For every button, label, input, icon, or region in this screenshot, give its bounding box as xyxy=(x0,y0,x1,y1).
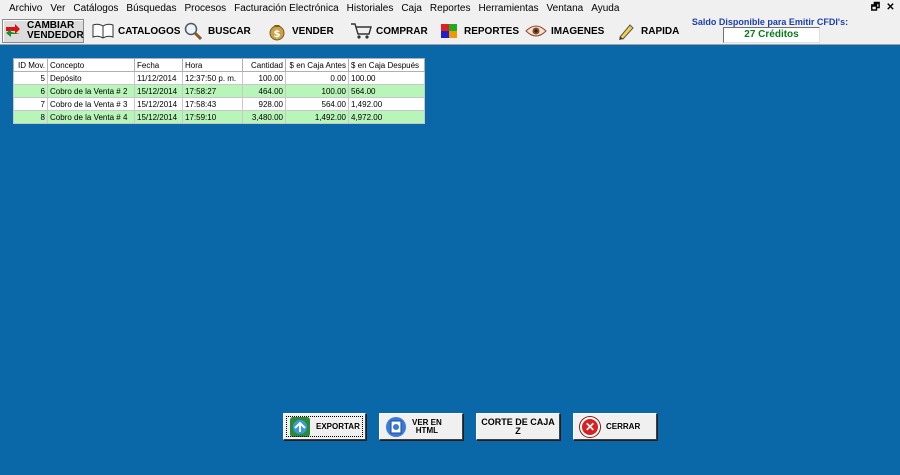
corte-caja-button[interactable]: CORTE DE CAJA Z xyxy=(476,413,560,440)
menu-bar: Archivo Ver Catálogos Búsquedas Procesos… xyxy=(0,0,900,17)
menu-herramientas[interactable]: Herramientas xyxy=(474,0,542,17)
buscar-label: BUSCAR xyxy=(208,25,251,37)
svg-text:$: $ xyxy=(274,29,281,40)
table-header-row: ID Mov. Concepto Fecha Hora Cantidad $ e… xyxy=(13,58,425,72)
vendedor-label: VENDEDOR xyxy=(27,30,84,41)
col-fecha[interactable]: Fecha xyxy=(134,58,183,72)
saldo-value: 27 Créditos xyxy=(723,27,820,43)
comprar-label: COMPRAR xyxy=(376,25,428,37)
cell-caja-despues: 4,972.00 xyxy=(348,110,425,124)
comprar-button[interactable]: COMPRAR xyxy=(350,19,428,43)
colorful-report-icon xyxy=(438,21,460,41)
cell-id: 8 xyxy=(13,110,48,124)
cell-hora: 17:58:43 xyxy=(182,97,243,111)
magnifier-icon xyxy=(182,21,204,41)
reportes-button[interactable]: REPORTES xyxy=(438,19,519,43)
cell-fecha: 15/12/2014 xyxy=(134,97,183,111)
cell-cantidad: 3,480.00 xyxy=(242,110,286,124)
cell-fecha: 11/12/2014 xyxy=(134,71,183,85)
cell-hora: 17:59:10 xyxy=(182,110,243,124)
menu-historiales[interactable]: Historiales xyxy=(343,0,398,17)
cell-caja-despues: 564.00 xyxy=(348,84,425,98)
menu-ayuda[interactable]: Ayuda xyxy=(587,0,623,17)
cell-id: 5 xyxy=(13,71,48,85)
cell-fecha: 15/12/2014 xyxy=(134,84,183,98)
cell-hora: 17:58:27 xyxy=(182,84,243,98)
cell-caja-despues: 100.00 xyxy=(348,71,425,85)
exportar-label: EXPORTAR xyxy=(316,421,360,431)
restore-icon[interactable]: 🗗 xyxy=(870,1,881,14)
col-hora[interactable]: Hora xyxy=(182,58,243,72)
reportes-label: REPORTES xyxy=(464,25,520,37)
menu-facturacion[interactable]: Facturación Electrónica xyxy=(230,0,343,17)
imagenes-label: IMAGENES xyxy=(551,25,605,37)
menu-archivo[interactable]: Archivo xyxy=(5,0,46,17)
cell-cantidad: 928.00 xyxy=(242,97,286,111)
cell-concepto: Cobro de la Venta # 3 xyxy=(47,97,135,111)
open-book-icon xyxy=(92,21,114,41)
menu-busquedas[interactable]: Búsquedas xyxy=(122,0,180,17)
vender-label: VENDER xyxy=(292,25,334,37)
export-icon xyxy=(290,416,310,437)
vender-button[interactable]: $ VENDER xyxy=(266,19,334,43)
menu-reportes[interactable]: Reportes xyxy=(426,0,475,17)
table-row[interactable]: 7 Cobro de la Venta # 3 15/12/2014 17:58… xyxy=(13,97,425,111)
swap-arrows-icon xyxy=(3,21,23,41)
imagenes-button[interactable]: IMAGENES xyxy=(525,19,604,43)
cell-cantidad: 464.00 xyxy=(242,84,286,98)
cell-caja-antes: 564.00 xyxy=(285,97,349,111)
eye-icon xyxy=(525,21,547,41)
pencil-icon xyxy=(615,21,637,41)
movements-table: ID Mov. Concepto Fecha Hora Cantidad $ e… xyxy=(13,58,425,124)
cell-concepto: Cobro de la Venta # 2 xyxy=(47,84,135,98)
col-concepto[interactable]: Concepto xyxy=(47,58,135,72)
col-id-mov[interactable]: ID Mov. xyxy=(13,58,48,72)
cell-hora: 12:37:50 p. m. xyxy=(182,71,243,85)
menu-ver[interactable]: Ver xyxy=(46,0,69,17)
menu-caja[interactable]: Caja xyxy=(397,0,426,17)
shopping-cart-icon xyxy=(350,21,372,41)
cell-id: 7 xyxy=(13,97,48,111)
catalogos-button[interactable]: CATALOGOS xyxy=(92,19,180,43)
cell-caja-despues: 1,492.00 xyxy=(348,97,425,111)
exportar-button[interactable]: EXPORTAR xyxy=(283,413,366,440)
cell-caja-antes: 0.00 xyxy=(285,71,349,85)
corte-z-label: Z xyxy=(515,425,521,436)
cell-fecha: 15/12/2014 xyxy=(134,110,183,124)
col-caja-despues[interactable]: $ en Caja Después xyxy=(348,58,425,72)
cerrar-label: CERRAR xyxy=(606,421,641,431)
close-icon[interactable]: ✕ xyxy=(885,1,896,14)
html-page-icon xyxy=(386,416,406,437)
cell-caja-antes: 100.00 xyxy=(285,84,349,98)
col-caja-antes[interactable]: $ en Caja Antes xyxy=(285,58,349,72)
money-bag-icon: $ xyxy=(266,21,288,41)
table-row[interactable]: 5 Depósito 11/12/2014 12:37:50 p. m. 100… xyxy=(13,71,425,85)
cell-caja-antes: 1,492.00 xyxy=(285,110,349,124)
table-row[interactable]: 6 Cobro de la Venta # 2 15/12/2014 17:58… xyxy=(13,84,425,98)
cell-cantidad: 100.00 xyxy=(242,71,286,85)
rapida-button[interactable]: RAPIDA xyxy=(615,19,679,43)
table-row[interactable]: 8 Cobro de la Venta # 4 15/12/2014 17:59… xyxy=(13,110,425,124)
html-label: HTML xyxy=(415,425,438,435)
cell-concepto: Cobro de la Venta # 4 xyxy=(47,110,135,124)
cambiar-vendedor-button[interactable]: CAMBIAR VENDEDOR xyxy=(2,19,84,43)
cell-concepto: Depósito xyxy=(47,71,135,85)
close-x-icon: ✕ xyxy=(580,416,600,437)
cell-id: 6 xyxy=(13,84,48,98)
catalogos-label: CATALOGOS xyxy=(118,25,181,37)
menu-ventana[interactable]: Ventana xyxy=(543,0,588,17)
col-cantidad[interactable]: Cantidad xyxy=(242,58,286,72)
ver-html-button[interactable]: VER EN HTML xyxy=(379,413,463,440)
buscar-button[interactable]: BUSCAR xyxy=(182,19,251,43)
menu-procesos[interactable]: Procesos xyxy=(180,0,230,17)
cerrar-button[interactable]: ✕ CERRAR xyxy=(573,413,657,440)
rapida-label: RAPIDA xyxy=(641,25,680,37)
saldo-panel: Saldo Disponible para Emitir CFDI's: 27 … xyxy=(690,17,850,45)
menu-catalogos[interactable]: Catálogos xyxy=(69,0,122,17)
